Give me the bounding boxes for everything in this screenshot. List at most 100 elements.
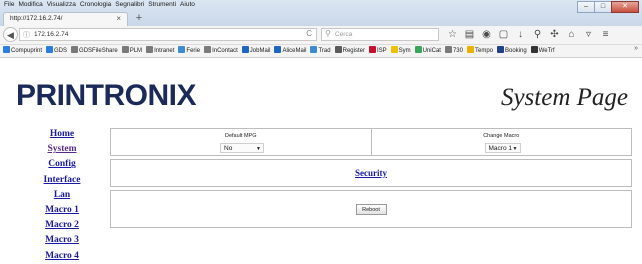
hamburger-menu-icon[interactable]: ≡ — [600, 28, 611, 41]
bookmark-item[interactable]: Tempo — [466, 46, 493, 54]
bookmark-item[interactable]: JobMail — [241, 46, 270, 54]
back-arrow-icon: ◀ — [7, 30, 14, 40]
bookmark-item[interactable]: Intranet — [146, 46, 174, 54]
nav-link-macro-4[interactable]: Macro 4 — [40, 249, 84, 264]
nav-link-lan[interactable]: Lan — [40, 188, 84, 203]
bookmark-favicon-icon — [274, 46, 282, 53]
chevron-down-icon: ▼ — [512, 146, 518, 152]
menu-aiuto[interactable]: Aiuto — [180, 1, 195, 11]
nav-link-system[interactable]: System — [40, 142, 84, 157]
menu-strumenti[interactable]: Strumenti — [148, 1, 176, 11]
bookmarks-bar: Compuprint GDS GDSFileShare PLM Intranet Feri… — [0, 45, 642, 58]
bookmark-item[interactable]: AliceMail — [274, 46, 306, 54]
nav-link-interface[interactable]: Interface — [40, 173, 84, 188]
bookmark-item[interactable]: GDS — [46, 46, 67, 54]
bookmark-item[interactable]: 730 — [444, 46, 463, 54]
chevron-down-icon: ▼ — [256, 146, 261, 152]
bookmark-favicon-icon — [497, 46, 504, 53]
browser-tab[interactable]: http://172.16.2.74/ × — [3, 12, 128, 26]
extension-icon[interactable]: ✣ — [549, 28, 560, 41]
bookmark-label: Trad — [318, 48, 331, 54]
bookmark-item[interactable]: Trad — [310, 46, 331, 54]
bookmark-label: InContact — [212, 48, 238, 54]
bookmark-favicon-icon — [146, 46, 154, 53]
change-macro-select[interactable]: Macro 1 ▼ — [484, 143, 521, 153]
bookmark-item[interactable]: PLM — [121, 46, 142, 54]
default-mpg-value: No — [224, 145, 233, 152]
settings-row: Default MPG No ▼ Change Macro Macro 1 ▼ — [110, 128, 632, 156]
nav-link-macro-1[interactable]: Macro 1 — [40, 203, 84, 218]
menu-cronologia[interactable]: Cronologia — [80, 1, 111, 11]
bookmark-item[interactable]: UniCat — [414, 46, 441, 54]
bookmark-label: Booking — [505, 48, 527, 54]
reboot-button[interactable]: Reboot — [355, 203, 387, 215]
change-macro-value: Macro 1 — [488, 145, 512, 152]
minimize-button[interactable]: – — [577, 1, 595, 13]
close-window-button[interactable]: ✕ — [611, 1, 639, 13]
bookmark-label: ISP — [376, 48, 387, 54]
bookmark-favicon-icon — [71, 46, 79, 53]
menu-file[interactable]: File — [4, 1, 14, 11]
menu-segnalibri[interactable]: Segnalibri — [115, 1, 144, 11]
nav-link-macro-3[interactable]: Macro 3 — [40, 233, 84, 248]
nav-link-macro-2[interactable]: Macro 2 — [40, 218, 84, 233]
bookmark-favicon-icon — [204, 46, 212, 53]
new-tab-button[interactable]: + — [132, 12, 146, 25]
bookmark-label: Register — [342, 48, 365, 54]
menu-modifica[interactable]: Modifica — [18, 1, 42, 11]
page-title: System Page — [500, 84, 628, 111]
security-row: Security — [110, 159, 632, 187]
search-icon: ⚲ — [325, 29, 331, 38]
home-icon[interactable]: ⌂ — [566, 28, 577, 41]
bookmark-favicon-icon — [178, 46, 186, 53]
screenshot-icon[interactable]: ▢ — [498, 28, 509, 41]
bookmark-item[interactable]: Ferie — [178, 46, 200, 54]
bookmark-label: Tempo — [474, 48, 493, 54]
bookmark-item[interactable]: Compuprint — [3, 46, 42, 54]
default-mpg-select[interactable]: No ▼ — [220, 143, 264, 153]
search-box[interactable]: ⚲ Cerca — [321, 28, 439, 41]
bookmark-favicon-icon — [530, 46, 538, 53]
bookmark-item[interactable]: Sym — [390, 46, 411, 54]
bookmark-item[interactable]: Register — [334, 46, 365, 54]
bookmark-favicon-icon — [444, 46, 452, 53]
bookmark-label: Ferie — [186, 48, 201, 54]
bookmarks-overflow-icon[interactable]: » — [634, 45, 638, 52]
star-icon[interactable]: ☆ — [447, 28, 458, 41]
library-icon[interactable]: ▤ — [464, 28, 475, 41]
bookmark-favicon-icon — [46, 46, 54, 53]
download-icon[interactable]: ↓ — [515, 28, 526, 41]
side-navigation: Home System Config Interface Lan Macro 1… — [40, 127, 84, 264]
bookmark-item[interactable]: Booking — [497, 46, 527, 54]
url-text[interactable]: 172.16.2.74 — [34, 31, 68, 38]
maximize-button[interactable]: □ — [594, 1, 612, 13]
default-mpg-label: Default MPG — [225, 133, 257, 139]
bookmark-item[interactable]: ISP — [368, 46, 387, 54]
bookmark-label: UniCat — [422, 48, 441, 54]
bookmark-favicon-icon — [368, 46, 376, 53]
nav-link-config[interactable]: Config — [40, 157, 84, 172]
nav-link-home[interactable]: Home — [40, 127, 84, 142]
toolbar-icons: ☆ ▤ ◉ ▢ ↓ ⚲ ✣ ⌂ ▿ ≡ — [447, 28, 611, 41]
bookmark-item[interactable]: WeTrf — [530, 46, 555, 54]
bookmark-favicon-icon — [241, 46, 249, 53]
bookmark-item[interactable]: InContact — [204, 46, 238, 54]
security-link[interactable]: Security — [355, 168, 387, 178]
bookmark-item[interactable]: GDSFileShare — [71, 46, 118, 54]
shield-icon[interactable]: ▿ — [583, 28, 594, 41]
browser-title-bar: File Modifica Visualizza Cronologia Segn… — [0, 0, 642, 26]
site-info-icon[interactable]: ⓘ — [23, 30, 30, 40]
addon-icon[interactable]: ⚲ — [532, 28, 543, 41]
bookmark-favicon-icon — [121, 46, 129, 53]
bookmark-favicon-icon — [466, 46, 474, 53]
reload-icon[interactable]: C — [306, 29, 312, 38]
address-bar[interactable]: ⓘ 172.16.2.74 C — [19, 28, 317, 41]
tab-close-icon[interactable]: × — [116, 14, 121, 23]
bookmark-label: GDSFileShare — [79, 48, 118, 54]
pocket-icon[interactable]: ◉ — [481, 28, 492, 41]
bookmark-favicon-icon — [414, 46, 422, 53]
bookmark-label: Intranet — [154, 48, 175, 54]
navigation-toolbar: ◀ ⓘ 172.16.2.74 C ⚲ Cerca ☆ ▤ ◉ ▢ ↓ ⚲ ✣ … — [0, 26, 642, 45]
back-button[interactable]: ◀ — [3, 27, 18, 42]
menu-visualizza[interactable]: Visualizza — [47, 1, 76, 11]
